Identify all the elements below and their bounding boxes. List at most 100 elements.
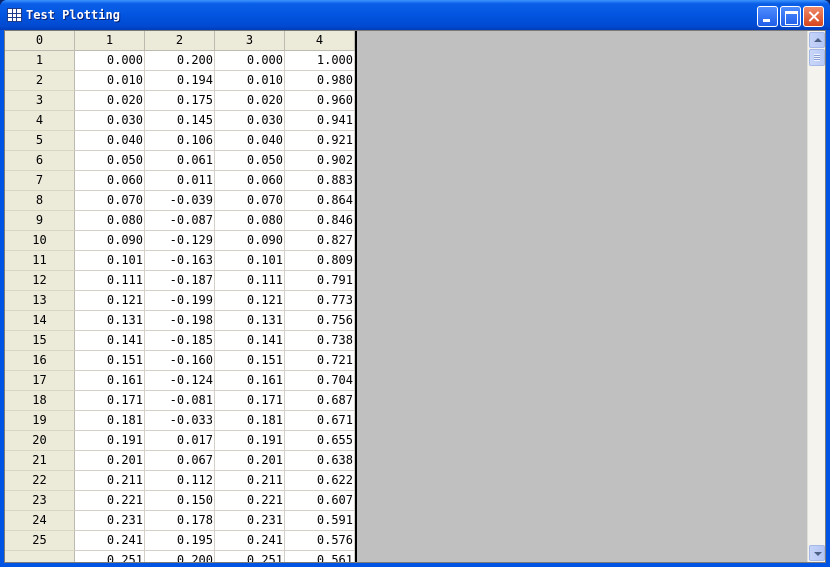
table-row[interactable]: 15 0.141 -0.185 0.141 0.738 <box>5 331 355 351</box>
scroll-up-arrow-icon[interactable] <box>809 32 825 48</box>
table-cell[interactable]: 1.000 <box>285 51 355 71</box>
table-row[interactable]: 3 0.020 0.175 0.020 0.960 <box>5 91 355 111</box>
table-cell[interactable]: 0.980 <box>285 71 355 91</box>
table-cell[interactable]: 0.827 <box>285 231 355 251</box>
table-row[interactable]: 5 0.040 0.106 0.040 0.921 <box>5 131 355 151</box>
table-cell[interactable]: 0.161 <box>75 371 145 391</box>
table-cell[interactable]: 0.561 <box>285 551 355 562</box>
table-cell[interactable]: 0.145 <box>145 111 215 131</box>
table-cell[interactable]: 0.921 <box>285 131 355 151</box>
table-cell[interactable]: 0.191 <box>75 431 145 451</box>
table-cell[interactable]: 0.131 <box>75 311 145 331</box>
table-cell[interactable]: 0.141 <box>215 331 285 351</box>
maximize-button[interactable] <box>780 6 801 27</box>
table-cell[interactable]: 0.106 <box>145 131 215 151</box>
table-cell[interactable]: 0.251 <box>215 551 285 562</box>
table-cell[interactable]: 0.080 <box>75 211 145 231</box>
table-cell[interactable]: 0.111 <box>75 271 145 291</box>
table-cell[interactable]: 0.178 <box>145 511 215 531</box>
table-cell[interactable]: 0.010 <box>215 71 285 91</box>
table-cell[interactable]: 0.151 <box>215 351 285 371</box>
table-cell[interactable]: 0.000 <box>75 51 145 71</box>
table-cell[interactable]: 0.070 <box>75 191 145 211</box>
table-cell[interactable]: 0.181 <box>75 411 145 431</box>
table-cell[interactable]: -0.163 <box>145 251 215 271</box>
table-cell[interactable]: 0.607 <box>285 491 355 511</box>
table-row[interactable]: 23 0.221 0.150 0.221 0.607 <box>5 491 355 511</box>
table-cell[interactable]: 0.941 <box>285 111 355 131</box>
table-row[interactable]: 0.251 0.200 0.251 0.561 <box>5 551 355 562</box>
table-cell[interactable]: 0.704 <box>285 371 355 391</box>
table-cell[interactable]: 0.687 <box>285 391 355 411</box>
table-cell[interactable]: 0.070 <box>215 191 285 211</box>
table-row[interactable]: 12 0.111 -0.187 0.111 0.791 <box>5 271 355 291</box>
table-cell[interactable]: 0.221 <box>75 491 145 511</box>
table-cell[interactable]: 0.061 <box>145 151 215 171</box>
table-cell[interactable]: 0.960 <box>285 91 355 111</box>
table-cell[interactable]: 0.000 <box>215 51 285 71</box>
table-cell[interactable]: 0.112 <box>145 471 215 491</box>
table-cell[interactable]: 0.171 <box>215 391 285 411</box>
header-row[interactable]: 01234 <box>5 31 355 51</box>
table-row[interactable]: 8 0.070 -0.039 0.070 0.864 <box>5 191 355 211</box>
table-cell[interactable]: 0.200 <box>145 51 215 71</box>
table-cell[interactable]: 0.141 <box>75 331 145 351</box>
table-cell[interactable]: 0.231 <box>215 511 285 531</box>
table-row[interactable]: 22 0.211 0.112 0.211 0.622 <box>5 471 355 491</box>
table-cell[interactable]: 0.721 <box>285 351 355 371</box>
table-row[interactable]: 18 0.171 -0.081 0.171 0.687 <box>5 391 355 411</box>
table-cell[interactable]: 0.175 <box>145 91 215 111</box>
table-cell[interactable]: 0.101 <box>75 251 145 271</box>
table-cell[interactable]: -0.160 <box>145 351 215 371</box>
table-cell[interactable]: 0.151 <box>75 351 145 371</box>
table-row[interactable]: 1 0.000 0.200 0.000 1.000 <box>5 51 355 71</box>
table-row[interactable]: 13 0.121 -0.199 0.121 0.773 <box>5 291 355 311</box>
table-row[interactable]: 9 0.080 -0.087 0.080 0.846 <box>5 211 355 231</box>
table-cell[interactable]: -0.124 <box>145 371 215 391</box>
table-row[interactable]: 7 0.060 0.011 0.060 0.883 <box>5 171 355 191</box>
table-row[interactable]: 24 0.231 0.178 0.231 0.591 <box>5 511 355 531</box>
table-cell[interactable]: 0.050 <box>215 151 285 171</box>
table-cell[interactable]: 0.231 <box>75 511 145 531</box>
table-row[interactable]: 14 0.131 -0.198 0.131 0.756 <box>5 311 355 331</box>
table-cell[interactable]: 0.050 <box>75 151 145 171</box>
table-row[interactable]: 6 0.050 0.061 0.050 0.902 <box>5 151 355 171</box>
table-cell[interactable]: 0.195 <box>145 531 215 551</box>
table-cell[interactable]: 0.090 <box>215 231 285 251</box>
table-cell[interactable]: 0.101 <box>215 251 285 271</box>
table-cell[interactable]: 0.591 <box>285 511 355 531</box>
table-cell[interactable]: 0.067 <box>145 451 215 471</box>
table-cell[interactable]: -0.187 <box>145 271 215 291</box>
table-cell[interactable]: 0.060 <box>75 171 145 191</box>
table-cell[interactable]: -0.199 <box>145 291 215 311</box>
table-cell[interactable]: -0.033 <box>145 411 215 431</box>
table-cell[interactable]: 0.040 <box>75 131 145 151</box>
table-cell[interactable]: 0.030 <box>215 111 285 131</box>
table-cell[interactable]: 0.040 <box>215 131 285 151</box>
table-cell[interactable]: -0.198 <box>145 311 215 331</box>
table-cell[interactable]: 0.017 <box>145 431 215 451</box>
minimize-button[interactable] <box>757 6 778 27</box>
table-cell[interactable]: -0.185 <box>145 331 215 351</box>
table-cell[interactable]: 0.060 <box>215 171 285 191</box>
table-row[interactable]: 19 0.181 -0.033 0.181 0.671 <box>5 411 355 431</box>
table-row[interactable]: 25 0.241 0.195 0.241 0.576 <box>5 531 355 551</box>
table-row[interactable]: 16 0.151 -0.160 0.151 0.721 <box>5 351 355 371</box>
table-cell[interactable]: 0.738 <box>285 331 355 351</box>
table-cell[interactable]: 0.020 <box>75 91 145 111</box>
table-cell[interactable]: -0.039 <box>145 191 215 211</box>
table-cell[interactable]: 0.773 <box>285 291 355 311</box>
table-cell[interactable]: 0.211 <box>215 471 285 491</box>
scroll-down-arrow-icon[interactable] <box>809 545 825 561</box>
table-cell[interactable]: 0.121 <box>75 291 145 311</box>
table-cell[interactable]: 0.131 <box>215 311 285 331</box>
table-cell[interactable]: 0.655 <box>285 431 355 451</box>
table-cell[interactable]: 0.883 <box>285 171 355 191</box>
table-cell[interactable]: -0.129 <box>145 231 215 251</box>
scroll-thumb[interactable] <box>809 49 825 66</box>
table-cell[interactable]: 0.010 <box>75 71 145 91</box>
table-cell[interactable]: 0.864 <box>285 191 355 211</box>
table-cell[interactable]: 0.020 <box>215 91 285 111</box>
table-cell[interactable]: 0.211 <box>75 471 145 491</box>
table-cell[interactable]: 0.090 <box>75 231 145 251</box>
